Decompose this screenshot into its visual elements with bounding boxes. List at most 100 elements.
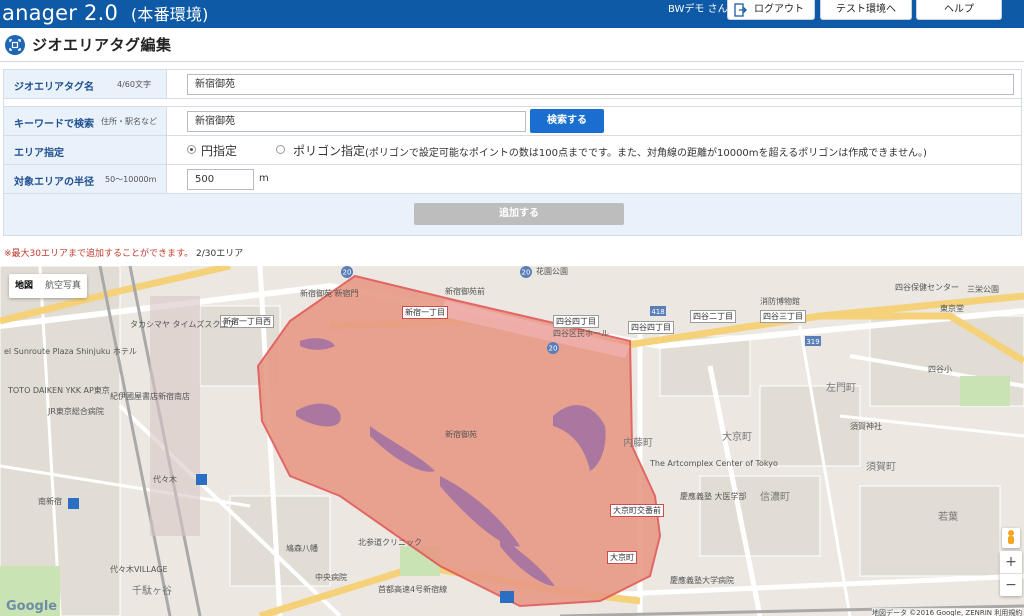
map-label-yotsuya-3: 四谷三丁目 bbox=[760, 310, 806, 323]
circle-radio-label[interactable]: 円指定 bbox=[201, 142, 237, 159]
area-limit-notice: ※最大30エリアまで追加することができます。 2/30エリア bbox=[4, 246, 243, 259]
page-title: ジオエリアタグ編集 bbox=[32, 36, 172, 54]
logout-icon bbox=[733, 3, 747, 17]
add-row: 追加する bbox=[4, 194, 1021, 235]
map-label-fire-museum: 消防博物館 bbox=[760, 297, 800, 306]
app-name: anager bbox=[2, 1, 78, 25]
tag-name-count: 4/60文字 bbox=[117, 80, 151, 89]
search-button[interactable]: 検索する bbox=[530, 109, 604, 133]
test-env-button[interactable]: テスト環境へ bbox=[820, 0, 912, 20]
google-logo: Google bbox=[6, 599, 58, 614]
map-view[interactable]: 20 20 418 319 20 地図 航空写真 新宿御苑 新宿御苑 新宿門 新宿… bbox=[0, 266, 1024, 616]
polygon-radio-label[interactable]: ポリゴン指定 bbox=[293, 142, 365, 159]
map-label-gyoenmae: 新宿御苑前 bbox=[445, 287, 485, 296]
help-button[interactable]: ヘルプ bbox=[916, 0, 1002, 20]
map-label-yotsuya4: 四谷四丁目 bbox=[553, 315, 599, 328]
map-label-okyo: 大京町 bbox=[722, 432, 752, 443]
map-label-jr-hospital: JR東京総合病院 bbox=[48, 407, 104, 416]
map-label-toto: TOTO DAIKEN YKK AP東京 bbox=[8, 386, 110, 395]
keyword-hint: 住所・駅名など bbox=[101, 117, 157, 126]
svg-text:20: 20 bbox=[522, 269, 531, 277]
map-label-yoyogi: 代々木 bbox=[153, 475, 177, 484]
map-label-hatogaya: 鳩森八幡 bbox=[286, 544, 318, 553]
radius-input[interactable]: 500 bbox=[187, 169, 254, 190]
environment-label: (本番環境) bbox=[130, 5, 209, 24]
map-label-hanazono: 花園公園 bbox=[536, 267, 568, 276]
map-label-naito: 内藤町 bbox=[623, 438, 653, 449]
app-title: anager 2.0 (本番環境) bbox=[2, 0, 209, 28]
circle-radio[interactable] bbox=[187, 145, 196, 154]
map-type-map[interactable]: 地図 bbox=[9, 274, 39, 298]
tag-name-label: ジオエリアタグ名 bbox=[14, 82, 94, 93]
add-button[interactable]: 追加する bbox=[414, 203, 624, 225]
map-label-sugacho: 須賀町 bbox=[866, 462, 896, 473]
tag-name-row: ジオエリアタグ名 4/60文字 新宿御苑 bbox=[4, 70, 1021, 99]
map-label-shinjuku1: 新宿一丁目 bbox=[402, 306, 448, 319]
zoom-out-button[interactable]: − bbox=[1000, 574, 1022, 596]
map-label-kinokuniya: 紀伊國屋書店新宿南店 bbox=[110, 392, 190, 401]
map-label-gyoen: 新宿御苑 bbox=[445, 430, 477, 439]
header-bar: anager 2.0 (本番環境) BWデモ さん ログアウト テスト環境へ ヘ… bbox=[0, 0, 1024, 28]
map-label-keio-univ: 慶應義塾 大医学部 bbox=[680, 492, 747, 501]
map-label-minami-shinjuku: 南新宿 bbox=[38, 497, 62, 506]
keyword-input[interactable]: 新宿御苑 bbox=[187, 111, 526, 132]
keyword-label-cell: キーワードで検索 住所・駅名など bbox=[4, 107, 167, 135]
radius-label: 対象エリアの半径 bbox=[14, 177, 94, 188]
map-label-wakaba: 若葉 bbox=[938, 512, 958, 523]
map-type-control: 地図 航空写真 bbox=[9, 274, 88, 298]
map-label-artcomplex: The Artcomplex Center of Tokyo bbox=[650, 459, 778, 468]
map-label-shutoko: 首都高速4号新宿線 bbox=[378, 585, 448, 594]
map-label-takashimaya: タカシマヤ タイムズスクエア bbox=[130, 320, 237, 329]
map-copyright[interactable]: 地図データ ©2016 Google, ZENRIN 利用規約 bbox=[872, 608, 1023, 616]
radius-unit: m bbox=[259, 173, 269, 184]
map-label-yotsuya-kumin: 四谷区民ホール bbox=[553, 329, 609, 338]
street-view-icon[interactable] bbox=[1002, 528, 1020, 548]
zoom-control: + − bbox=[1000, 551, 1022, 596]
map-label-chuo-hospital: 中央病院 bbox=[315, 573, 347, 582]
polygon-radio[interactable] bbox=[276, 145, 285, 154]
page-title-row: ジオエリアタグ編集 bbox=[0, 28, 1024, 62]
area-count: 2/30エリア bbox=[195, 249, 244, 259]
tag-name-input[interactable]: 新宿御苑 bbox=[187, 74, 1014, 95]
map-label-hoken-center: 四谷保健センター bbox=[895, 283, 959, 292]
geo-area-form: ジオエリアタグ名 4/60文字 新宿御苑 キーワードで検索 住所・駅名など 新宿… bbox=[3, 69, 1022, 236]
zoom-in-button[interactable]: + bbox=[1000, 551, 1022, 573]
area-type-row: エリア指定 円指定 ポリゴン指定 (ポリゴンで設定可能なポイントの数は100点ま… bbox=[4, 136, 1021, 165]
keyword-row: キーワードで検索 住所・駅名など 新宿御苑 検索する bbox=[4, 107, 1021, 136]
map-label-sanei-park: 三栄公園 bbox=[967, 285, 999, 294]
map-label-yotsuya-school: 四谷小 bbox=[928, 365, 952, 374]
map-type-satellite[interactable]: 航空写真 bbox=[39, 274, 87, 298]
spacer-row bbox=[4, 99, 1021, 107]
map-label-samoncho: 左門町 bbox=[826, 383, 856, 394]
map-label-okyo-jct: 大京町 bbox=[607, 551, 637, 564]
map-label-sunroute: el Sunroute Plaza Shinjuku ホテル bbox=[4, 347, 137, 356]
map-label-keio-hosp: 慶應義塾大学病院 bbox=[670, 576, 734, 585]
svg-text:418: 418 bbox=[651, 308, 664, 316]
area-type-label-cell: エリア指定 bbox=[4, 136, 167, 164]
svg-text:20: 20 bbox=[549, 345, 558, 353]
area-tag-icon bbox=[5, 35, 25, 55]
radius-label-cell: 対象エリアの半径 50〜10000m bbox=[4, 165, 167, 193]
map-label-okyo-koban: 大京町交番前 bbox=[610, 504, 664, 517]
area-type-label: エリア指定 bbox=[14, 148, 64, 159]
logout-button[interactable]: ログアウト bbox=[727, 0, 815, 20]
radius-row: 対象エリアの半径 50〜10000m 500 m bbox=[4, 165, 1021, 194]
map-label-yoyogi-village: 代々木VILLAGE bbox=[110, 565, 168, 574]
map-label-gyoen-gate: 新宿御苑 新宿門 bbox=[300, 289, 359, 298]
map-label-yotsuya-2: 四谷二丁目 bbox=[690, 310, 736, 323]
area-limit-warning: ※最大30エリアまで追加することができます。 bbox=[4, 249, 194, 259]
map-label-sendagaya: 千駄ヶ谷 bbox=[132, 586, 172, 597]
app-version: 2.0 bbox=[84, 1, 119, 25]
map-label-tokyodo: 東京堂 bbox=[940, 304, 964, 313]
tag-name-label-cell: ジオエリアタグ名 4/60文字 bbox=[4, 70, 167, 98]
logout-label: ログアウト bbox=[754, 4, 804, 15]
polygon-note: (ポリゴンで設定可能なポイントの数は100点までです。また、対角線の距離が100… bbox=[365, 148, 927, 159]
map-label-kitasando: 北参道クリニック bbox=[358, 538, 422, 547]
keyword-label: キーワードで検索 bbox=[14, 119, 94, 130]
svg-text:319: 319 bbox=[806, 338, 819, 346]
svg-text:20: 20 bbox=[343, 269, 352, 277]
user-label: BWデモ さん bbox=[668, 4, 728, 15]
map-label-suga-shrine: 須賀神社 bbox=[850, 422, 882, 431]
map-label-yotsuya4-west: 四谷四丁目 bbox=[628, 321, 674, 334]
radius-range: 50〜10000m bbox=[105, 175, 157, 184]
